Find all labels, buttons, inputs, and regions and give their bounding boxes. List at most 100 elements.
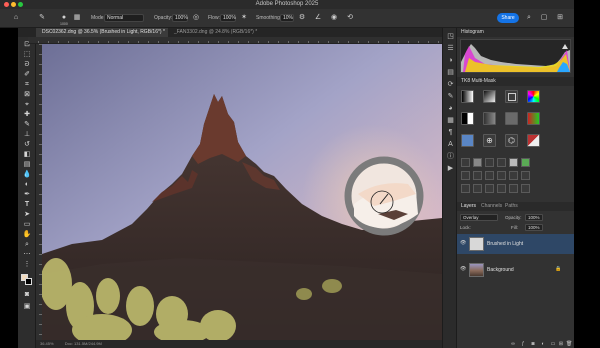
tk-icon-3-button[interactable] xyxy=(485,171,494,180)
brush-preset-icon[interactable]: ● xyxy=(60,14,68,22)
tk-target-button[interactable]: ⊕ xyxy=(483,134,496,147)
hand-tool-icon[interactable]: ✋ xyxy=(22,230,32,239)
tk-icon-7-button[interactable] xyxy=(461,184,470,193)
frame-tool-icon[interactable]: ⊠ xyxy=(22,90,32,99)
layer-row-brushed-in-light[interactable]: 👁 Brushed in Light xyxy=(457,234,574,254)
tk-icon-1-button[interactable] xyxy=(461,171,470,180)
blend-mode-select[interactable]: Overlay xyxy=(460,214,498,221)
swatches-icon[interactable]: ▦ xyxy=(446,116,455,125)
add-mask-icon[interactable]: ◙ xyxy=(530,341,536,347)
tab-paths[interactable]: Paths xyxy=(505,202,518,211)
delete-layer-icon[interactable]: 🗑 xyxy=(566,341,572,347)
mode-select[interactable]: Normal xyxy=(104,14,144,22)
zoom-tool-icon[interactable]: ⌕ xyxy=(22,240,32,249)
pressure-opacity-icon[interactable]: ◎ xyxy=(192,14,200,22)
tk-person-mask-button[interactable] xyxy=(461,134,474,147)
brush-settings-icon[interactable]: ▦ xyxy=(73,14,81,22)
eyedropper-tool-icon[interactable]: ⌖ xyxy=(22,100,32,109)
angle-icon[interactable]: ∠ xyxy=(314,14,322,22)
history-icon[interactable]: ⟳ xyxy=(446,80,455,89)
new-layer-icon[interactable]: ⊞ xyxy=(558,341,564,347)
tab-layers[interactable]: Layers xyxy=(461,202,476,211)
type-tool-icon[interactable]: T xyxy=(22,200,32,209)
smoothing-settings-icon[interactable]: ⚙ xyxy=(298,14,306,22)
visibility-eye-icon[interactable]: 👁 xyxy=(460,267,466,272)
workspace-icon[interactable]: ▢ xyxy=(540,14,548,22)
quick-mask-icon[interactable]: ◙ xyxy=(22,290,32,299)
tk-invert-button[interactable] xyxy=(509,158,518,167)
tk-copy-button[interactable] xyxy=(497,158,506,167)
color-icon[interactable]: ◕ xyxy=(446,104,455,113)
link-layers-icon[interactable]: ∞ xyxy=(510,341,516,347)
layer-opacity-field[interactable]: 100% xyxy=(525,214,543,221)
document-canvas[interactable] xyxy=(42,44,442,340)
home-icon[interactable]: ⌂ xyxy=(12,14,20,22)
pressure-size-icon[interactable]: ◉ xyxy=(330,14,338,22)
tk-icon-12-button[interactable] xyxy=(521,184,530,193)
fx-icon[interactable]: ƒ xyxy=(520,341,526,347)
tk-select-button[interactable] xyxy=(461,158,470,167)
crop-tool-icon[interactable]: ⌗ xyxy=(22,80,32,89)
flow-field[interactable]: 100% xyxy=(220,14,236,22)
rectangle-tool-icon[interactable]: ▭ xyxy=(22,220,32,229)
screen-mode-icon[interactable]: ▣ xyxy=(22,302,32,311)
airbrush-icon[interactable]: ✶ xyxy=(240,14,248,22)
eraser-tool-icon[interactable]: ◧ xyxy=(22,150,32,159)
tk-brush-button[interactable]: ⌬ xyxy=(505,134,518,147)
share-button[interactable]: Share xyxy=(497,13,519,23)
paragraph-icon[interactable]: ¶ xyxy=(446,128,455,137)
character-icon[interactable]: A xyxy=(446,140,455,149)
tab-fan3302[interactable]: _FAN3302.dng @ 24.8% (RGB/16*) * xyxy=(168,28,272,37)
tk-icon-6-button[interactable] xyxy=(521,171,530,180)
info-icon[interactable]: ⓘ xyxy=(446,152,455,161)
properties-icon[interactable]: ☰ xyxy=(446,44,455,53)
tk-icon-11-button[interactable] xyxy=(509,184,518,193)
more-tools-icon[interactable]: ⋯ xyxy=(22,250,32,259)
lasso-tool-icon[interactable]: ᘐ xyxy=(22,60,32,69)
search-icon[interactable]: ⌕ xyxy=(525,14,533,22)
quick-select-tool-icon[interactable]: ✐ xyxy=(22,70,32,79)
new-group-icon[interactable]: ▭ xyxy=(550,341,556,347)
brushes-icon[interactable]: ✎ xyxy=(446,92,455,101)
view-options-icon[interactable]: ⊞ xyxy=(556,14,564,22)
tk-icon-5-button[interactable] xyxy=(509,171,518,180)
tk-icon-2-button[interactable] xyxy=(473,171,482,180)
tk-pixel-mask-button[interactable] xyxy=(505,112,518,125)
brush-tool-icon[interactable]: ✎ xyxy=(22,120,32,129)
tk-color-range-button[interactable] xyxy=(527,112,540,125)
learn-icon[interactable]: ◳ xyxy=(446,32,455,41)
tab-dsc02362[interactable]: DSC02362.dng @ 36.5% (Brushed in Light, … xyxy=(36,28,168,37)
libraries-icon[interactable]: ▤ xyxy=(446,68,455,77)
pen-tool-icon[interactable]: ✒ xyxy=(22,190,32,199)
tk8-panel-header[interactable]: TK8 Multi-Mask xyxy=(457,77,574,86)
blur-tool-icon[interactable]: 💧 xyxy=(22,170,32,179)
tk-icon-8-button[interactable] xyxy=(473,184,482,193)
actions-icon[interactable]: ▶ xyxy=(446,164,455,173)
tk-layers-button[interactable] xyxy=(505,90,518,103)
visibility-eye-icon[interactable]: 👁 xyxy=(460,241,466,246)
symmetry-icon[interactable]: ⟲ xyxy=(346,14,354,22)
tab-channels[interactable]: Channels xyxy=(481,202,502,211)
clone-stamp-tool-icon[interactable]: ⊥ xyxy=(22,130,32,139)
history-brush-tool-icon[interactable]: ↺ xyxy=(22,140,32,149)
edit-toolbar-icon[interactable]: ⋮ xyxy=(22,260,32,269)
tk-refine-button[interactable] xyxy=(521,158,530,167)
background-color-swatch[interactable] xyxy=(25,278,32,285)
histogram-panel-header[interactable]: Histogram xyxy=(457,28,574,37)
opacity-field[interactable]: 100% xyxy=(172,14,188,22)
horizontal-ruler[interactable] xyxy=(28,37,442,44)
tk-red-mask-button[interactable] xyxy=(527,134,540,147)
adjustments-icon[interactable]: ◑ xyxy=(446,56,455,65)
path-selection-tool-icon[interactable]: ➤ xyxy=(22,210,32,219)
smoothing-field[interactable]: 10% xyxy=(280,14,294,22)
tk-icon-4-button[interactable] xyxy=(497,171,506,180)
tk-color-mask-button[interactable] xyxy=(527,90,540,103)
tk-erase-button[interactable] xyxy=(485,158,494,167)
tk-icon-9-button[interactable] xyxy=(485,184,494,193)
tk-zone-mask-button[interactable] xyxy=(483,90,496,103)
marquee-tool-icon[interactable]: ⬚ xyxy=(22,50,32,59)
tk-fill-button[interactable] xyxy=(473,158,482,167)
layer-fill-field[interactable]: 100% xyxy=(525,224,543,231)
dodge-tool-icon[interactable]: ◐ xyxy=(22,180,32,189)
zoom-level[interactable]: 36.45% xyxy=(40,341,54,346)
